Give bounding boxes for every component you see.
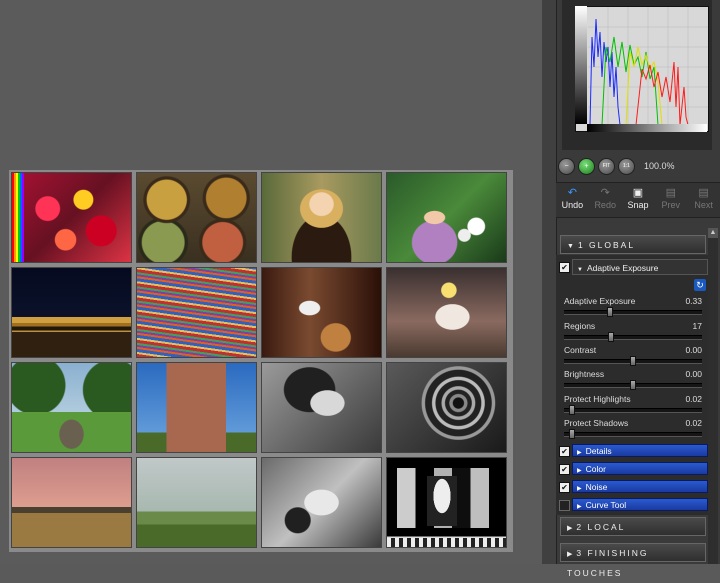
thumbnail-grid — [9, 170, 513, 552]
thumbnail[interactable] — [386, 267, 507, 358]
thumbnail[interactable] — [386, 172, 507, 263]
slider-thumb[interactable] — [630, 356, 636, 366]
thumbnail[interactable] — [386, 362, 507, 453]
slider-label: Adaptive Exposure — [564, 296, 636, 306]
zoom-actual-button[interactable]: 1:1 — [618, 157, 635, 175]
redo-button[interactable]: ↷ Redo — [589, 183, 622, 217]
sub-section-checkbox[interactable]: ✔ — [559, 464, 570, 475]
sub-section-checkbox[interactable]: ✔ — [559, 482, 570, 493]
sub-section-curve-tool[interactable]: ▶ Curve Tool — [572, 498, 708, 511]
slider-track[interactable] — [564, 429, 702, 439]
slider-track[interactable] — [564, 405, 702, 415]
zoom-in-icon[interactable]: + — [578, 157, 595, 175]
slider-track[interactable] — [564, 307, 702, 317]
slider-thumb[interactable] — [569, 405, 576, 415]
thumbnail[interactable] — [11, 172, 132, 263]
prev-button[interactable]: ▤ Prev — [654, 183, 687, 217]
thumbnail[interactable] — [136, 172, 257, 263]
thumbnail[interactable] — [261, 457, 382, 548]
chevron-right-icon: ▶ — [577, 450, 582, 456]
zoom-level: 100.0% — [644, 161, 675, 171]
luminance-scale-vertical — [575, 6, 587, 124]
section-global-adjustment[interactable]: ▼1 GLOBAL ADJUSTMENT — [560, 235, 706, 270]
redo-icon: ↷ — [600, 187, 610, 199]
slider-label: Contrast — [564, 345, 597, 355]
chevron-down-icon: ▼ — [577, 267, 583, 273]
sub-section-color[interactable]: ▶ Color — [572, 462, 708, 475]
thumbnail[interactable] — [11, 457, 132, 548]
section-local-adjustments[interactable]: ▶2 LOCAL ADJUSTMENTS — [560, 517, 706, 552]
history-toolbar: ↶ Undo ↷ Redo ▣ Snap ▤ Prev ▤ Next — [556, 182, 720, 218]
snapshot-icon: ▣ — [632, 187, 644, 199]
thumbnail[interactable] — [261, 172, 382, 263]
luminance-scale-horizontal — [587, 124, 707, 132]
zoom-toolbar: − + FIT 1:1 100.0% — [556, 154, 720, 178]
chevron-right-icon: ▶ — [577, 468, 582, 474]
thumbnail[interactable] — [136, 267, 257, 358]
chevron-right-icon: ▶ — [577, 486, 582, 492]
panel-splitter[interactable] — [542, 0, 557, 564]
sub-section-details[interactable]: ▶ Details — [572, 444, 708, 457]
thumbnail[interactable] — [386, 457, 507, 548]
refresh-icon[interactable]: ↻ — [694, 279, 706, 291]
prev-icon: ▤ — [665, 187, 676, 199]
slider-value: 0.02 — [685, 418, 702, 428]
slider-value: 17 — [692, 321, 702, 331]
next-button[interactable]: ▤ Next — [687, 183, 720, 217]
section-finishing-touches[interactable]: ▶ 3 FINISHING TOUCHES — [560, 543, 706, 578]
thumbnail[interactable] — [261, 362, 382, 453]
slider-value: 0.33 — [685, 296, 702, 306]
scroll-up-icon[interactable]: ▲ — [708, 228, 718, 238]
snap-button[interactable]: ▣ Snap — [622, 183, 655, 217]
slider-label: Regions — [564, 321, 596, 331]
undo-icon: ↶ — [567, 187, 577, 199]
chevron-right-icon: ▶ — [567, 551, 573, 558]
thumbnail[interactable] — [11, 362, 132, 453]
slider-thumb[interactable] — [569, 429, 576, 439]
thumbnail[interactable] — [11, 267, 132, 358]
panel-scrollbar[interactable] — [708, 228, 718, 564]
image-canvas[interactable] — [0, 0, 542, 564]
chevron-down-icon: ▼ — [567, 243, 574, 250]
chevron-right-icon: ▶ — [577, 504, 582, 510]
slider-thumb[interactable] — [607, 332, 614, 342]
slider-track[interactable] — [564, 356, 702, 366]
sub-section-noise[interactable]: ▶ Noise — [572, 480, 708, 493]
slider-track[interactable] — [564, 332, 702, 342]
adaptive-exposure-header[interactable]: ▼ Adaptive Exposure — [572, 259, 708, 275]
slider-label: Brightness — [564, 369, 605, 379]
slider-thumb[interactable] — [630, 380, 636, 390]
zoom-fit-button[interactable]: FIT — [598, 157, 615, 175]
thumbnail[interactable] — [136, 457, 257, 548]
slider-thumb[interactable] — [606, 307, 613, 317]
zoom-out-icon[interactable]: − — [558, 157, 575, 175]
slider-value: 0.00 — [685, 345, 702, 355]
slider-value: 0.02 — [685, 394, 702, 404]
thumbnail[interactable] — [261, 267, 382, 358]
thumbnail[interactable] — [136, 362, 257, 453]
sub-section-checkbox[interactable]: ✔ — [559, 446, 570, 457]
sub-section-checkbox[interactable] — [559, 500, 570, 511]
slider-value: 0.00 — [685, 369, 702, 379]
slider-label: Protect Shadows — [564, 418, 629, 428]
next-icon: ▤ — [698, 187, 709, 199]
slider-track[interactable] — [564, 380, 702, 390]
slider-label: Protect Highlights — [564, 394, 631, 404]
adaptive-exposure-checkbox[interactable]: ✔ — [559, 262, 570, 273]
histogram — [575, 6, 709, 132]
undo-button[interactable]: ↶ Undo — [556, 183, 589, 217]
chevron-right-icon: ▶ — [567, 525, 573, 532]
